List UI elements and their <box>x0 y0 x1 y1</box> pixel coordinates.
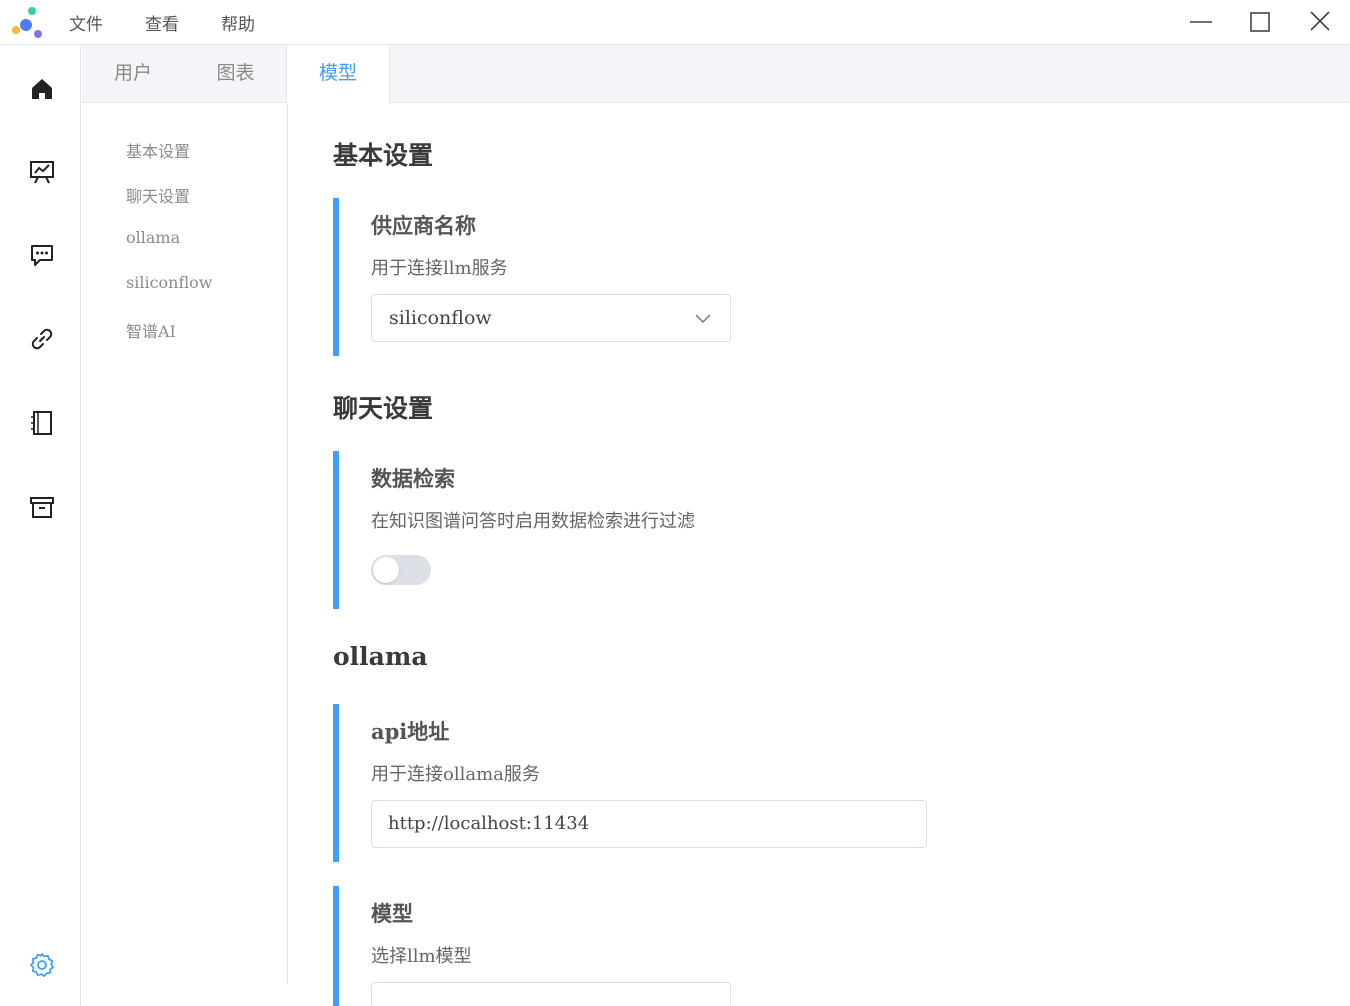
retrieval-desc: 在知识图谱问答时启用数据检索进行过滤 <box>371 511 695 532</box>
api-desc: 用于连接ollama服务 <box>371 764 540 785</box>
top-tabs: 用户 图表 模型 <box>82 45 1350 104</box>
title-bar: 文件 查看 帮助 <box>0 0 1350 45</box>
anchor-basic-settings[interactable]: 基本设置 <box>126 138 190 162</box>
menu-file[interactable]: 文件 <box>69 10 103 35</box>
app-logo-icon <box>12 7 42 38</box>
settings-icon[interactable] <box>28 951 56 979</box>
chart-board-icon[interactable] <box>28 158 56 186</box>
retrieval-title: 数据检索 <box>371 466 455 491</box>
section-title-basic: 基本设置 <box>333 141 434 170</box>
retrieval-toggle[interactable] <box>371 555 431 585</box>
chat-icon[interactable] <box>28 241 56 269</box>
link-icon[interactable] <box>28 325 56 353</box>
anchor-siliconflow[interactable]: siliconflow <box>126 273 212 292</box>
anchor-chat-settings[interactable]: 聊天设置 <box>126 183 190 207</box>
provider-card: 供应商名称 用于连接llm服务 siliconflow <box>333 198 731 356</box>
tab-users[interactable]: 用户 <box>82 45 184 103</box>
model-desc: 选择llm模型 <box>371 946 472 967</box>
chevron-down-icon <box>695 314 711 324</box>
tab-charts[interactable]: 图表 <box>184 45 287 103</box>
retrieval-card: 数据检索 在知识图谱问答时启用数据检索进行过滤 <box>333 451 695 609</box>
provider-select-value: siliconflow <box>389 307 492 329</box>
anchor-nav: 基本设置 聊天设置 ollama siliconflow 智谱AI <box>82 104 288 984</box>
tab-models[interactable]: 模型 <box>286 45 390 104</box>
anchor-ollama[interactable]: ollama <box>126 228 180 247</box>
provider-desc: 用于连接llm服务 <box>371 258 508 279</box>
settings-content: 基本设置 供应商名称 用于连接llm服务 siliconflow 聊天设置 数据… <box>289 104 1350 1006</box>
section-title-chat: 聊天设置 <box>333 394 434 423</box>
home-icon[interactable] <box>28 75 56 103</box>
minimize-icon[interactable] <box>1186 8 1216 36</box>
toggle-knob <box>373 557 399 583</box>
provider-title: 供应商名称 <box>371 213 476 238</box>
model-title: 模型 <box>371 901 413 926</box>
menu-view[interactable]: 查看 <box>145 10 179 35</box>
api-card: api地址 用于连接ollama服务 http://localhost:1143… <box>333 704 927 862</box>
model-card: 模型 选择llm模型 <box>333 886 731 1006</box>
close-icon[interactable] <box>1305 8 1335 36</box>
menu-help[interactable]: 帮助 <box>221 10 255 35</box>
section-title-ollama: ollama <box>333 642 428 671</box>
anchor-zhipu-ai[interactable]: 智谱AI <box>126 318 176 342</box>
api-title: api地址 <box>371 719 450 744</box>
model-select[interactable] <box>371 982 731 1006</box>
archive-icon[interactable] <box>28 493 56 521</box>
notebook-icon[interactable] <box>28 409 56 437</box>
maximize-icon[interactable] <box>1245 8 1275 36</box>
api-url-input[interactable]: http://localhost:11434 <box>371 800 927 848</box>
provider-select[interactable]: siliconflow <box>371 294 731 342</box>
sidebar-rail <box>0 45 81 1006</box>
